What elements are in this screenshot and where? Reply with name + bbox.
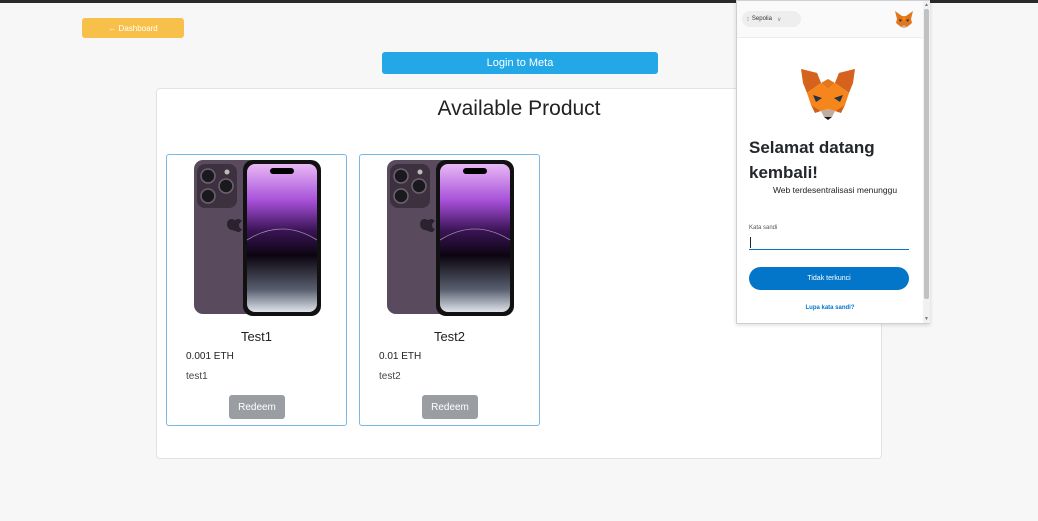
scrollbar-thumb[interactable]: [924, 9, 929, 299]
phone-image: [387, 160, 514, 316]
product-description: test2: [379, 371, 401, 382]
product-card: Test1 0.001 ETH test1 Redeem: [166, 154, 347, 426]
phone-image: [194, 160, 321, 316]
scroll-up-icon[interactable]: ▲: [924, 2, 929, 8]
login-to-meta-button[interactable]: Login to Meta: [382, 52, 658, 74]
product-name: Test1: [240, 329, 273, 344]
scrollbar[interactable]: ▲ ▼: [923, 1, 930, 323]
product-description: test1: [186, 371, 208, 382]
network-selector[interactable]: ⁝ Sepolia ∨: [742, 11, 801, 27]
metamask-fox-logo: [801, 69, 855, 120]
dashboard-button[interactable]: ← Dashboard: [82, 18, 184, 38]
dashboard-button-label: ← Dashboard: [108, 23, 158, 33]
unlock-button[interactable]: Tidak terkunci: [749, 267, 909, 290]
forgot-password-link[interactable]: Lupa kata sandi?: [737, 305, 923, 311]
scroll-down-icon[interactable]: ▼: [924, 316, 929, 322]
redeem-button[interactable]: Redeem: [229, 395, 285, 419]
product-card: Test2 0.01 ETH test2 Redeem: [359, 154, 540, 426]
network-dot-icon: ⁝: [747, 16, 749, 23]
network-name: Sepolia: [751, 16, 772, 22]
chevron-down-icon: ∨: [776, 16, 782, 23]
metamask-fox-icon[interactable]: [894, 10, 914, 28]
metamask-header: ⁝ Sepolia ∨: [737, 1, 923, 38]
welcome-title: Selamat datang kembali!: [749, 138, 875, 182]
product-name: Test2: [433, 329, 466, 344]
product-price: 0.001 ETH: [186, 351, 234, 362]
redeem-button-label: Redeem: [431, 401, 469, 413]
login-button-label: Login to Meta: [486, 57, 554, 69]
welcome-subtitle: Web terdesentralisasi menunggu: [772, 185, 898, 195]
password-input[interactable]: [749, 234, 909, 250]
redeem-button[interactable]: Redeem: [422, 395, 478, 419]
unlock-button-label: Tidak terkunci: [807, 275, 851, 282]
redeem-button-label: Redeem: [238, 401, 276, 413]
product-price: 0.01 ETH: [379, 351, 422, 362]
text-cursor: [750, 237, 751, 248]
password-label: Kata sandi: [749, 225, 778, 231]
metamask-popup: ⁝ Sepolia ∨ Selamat datang kembali! Web …: [736, 0, 930, 324]
